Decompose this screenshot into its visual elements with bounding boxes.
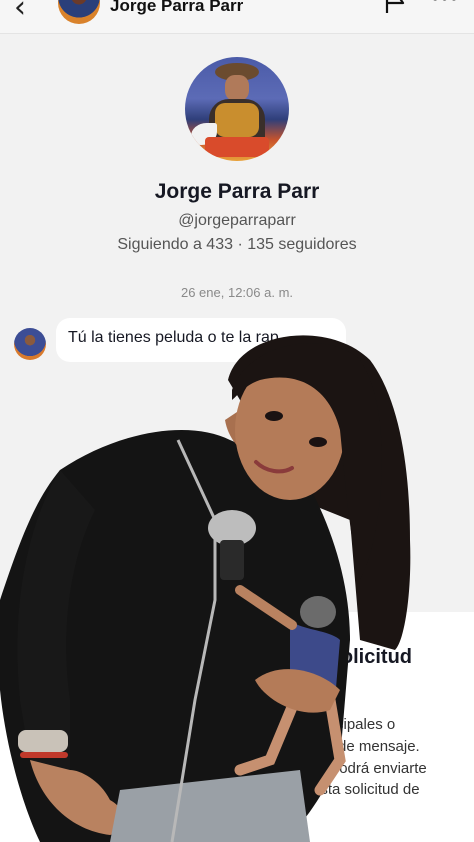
request-sheet-line: esta solicitud de bbox=[312, 781, 420, 798]
request-sheet-line: cipales o bbox=[336, 716, 396, 733]
message-bubble[interactable]: Tú la tienes peluda o te la rap bbox=[56, 318, 346, 362]
profile-stats: Siguiendo a 433 · 135 seguidores bbox=[117, 236, 357, 253]
profile-avatar[interactable] bbox=[185, 57, 289, 161]
profile-name: Jorge Parra Parr bbox=[154, 180, 320, 203]
header-title[interactable]: Jorge Parra Parr bbox=[110, 0, 243, 16]
top-bar: ‹ Jorge Parra Parr ••• bbox=[0, 0, 474, 34]
request-sheet-line: no podrá enviarte bbox=[310, 760, 427, 777]
profile-handle: @jorgeparraparr bbox=[178, 212, 296, 229]
message-timestamp: 26 ene, 12:06 a. m. bbox=[180, 285, 294, 300]
more-dots-icon[interactable]: ••• bbox=[431, 0, 459, 12]
message-sender-avatar[interactable] bbox=[14, 328, 46, 360]
request-sheet-line: de mensaje. bbox=[338, 738, 420, 755]
flag-icon[interactable] bbox=[384, 0, 406, 14]
back-arrow-icon[interactable]: ‹ bbox=[14, 0, 26, 25]
request-sheet-title: n solicitud bbox=[312, 646, 412, 668]
header-avatar[interactable] bbox=[58, 0, 100, 24]
